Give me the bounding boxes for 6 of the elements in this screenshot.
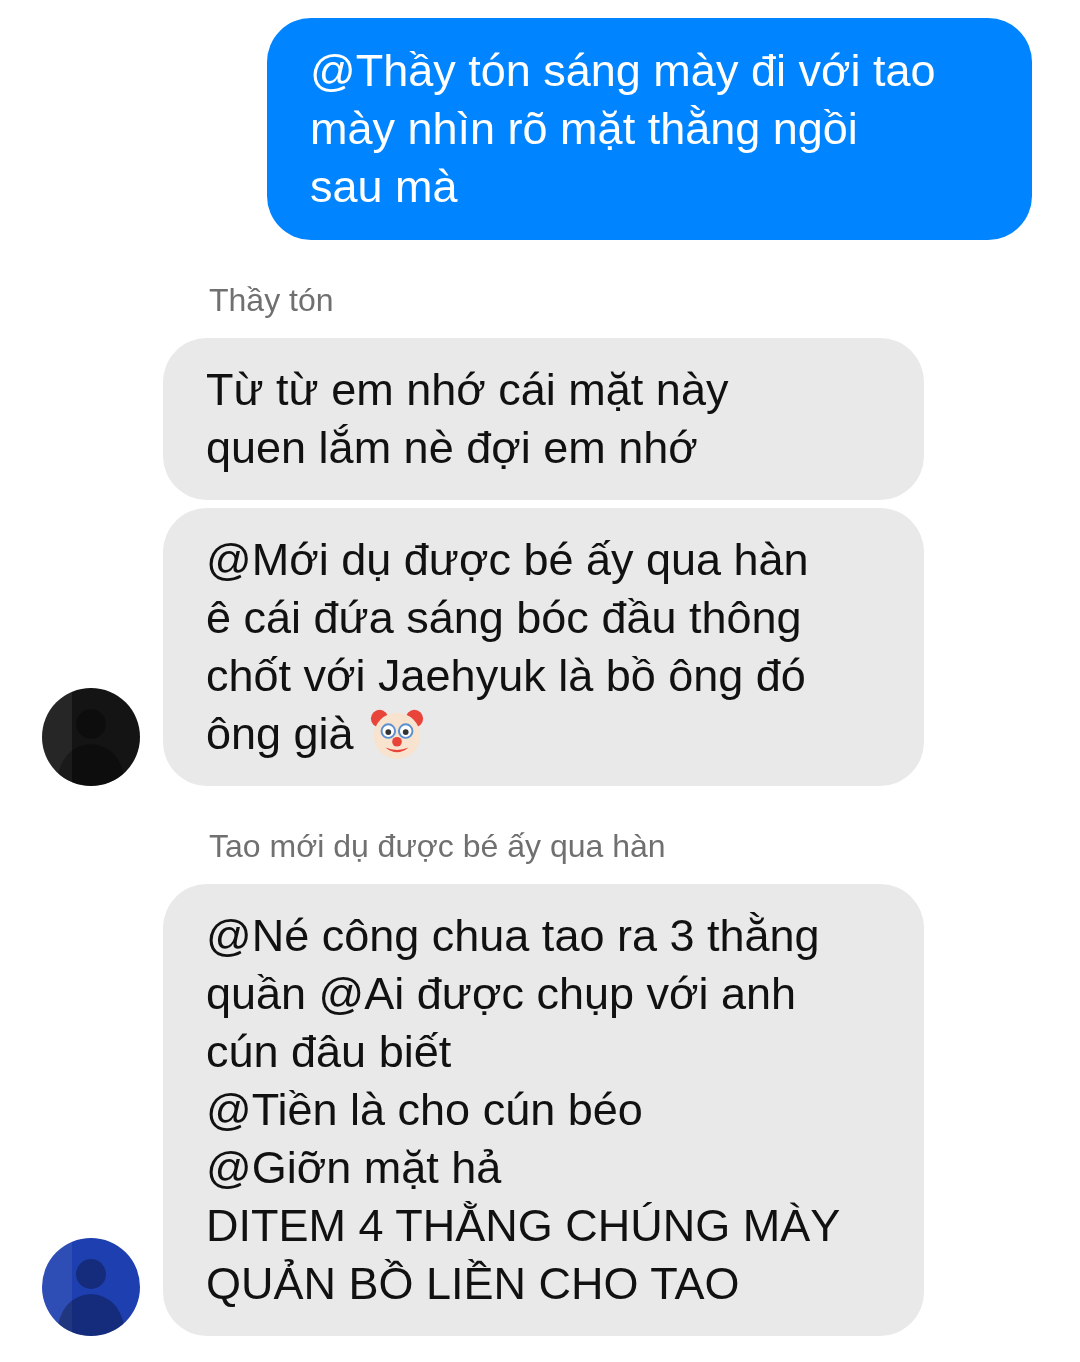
message-text: ông già <box>206 707 354 761</box>
sender-name: Thầy tón <box>209 281 335 320</box>
received-message: Từ từ em nhớ cái mặt này quen lắm nè đợi em nhớ <box>163 338 924 500</box>
received-message: @Né công chua tao ra 3 thằng quần @Ai được chụp với anh cún đâu biết @Tiền là cho cún béo @Giỡn mặt hả DITEM 4 THẰNG CHÚNG MÀY QUẢN BỒ LIỀN CHO TAO <box>163 884 924 1336</box>
sender-name: Tao mới dụ được bé ấy qua hàn <box>209 827 667 866</box>
sent-message: @Thầy tón sáng mày đi với tao mày nhìn rõ mặt thằng ngồi sau mà <box>267 18 1032 240</box>
